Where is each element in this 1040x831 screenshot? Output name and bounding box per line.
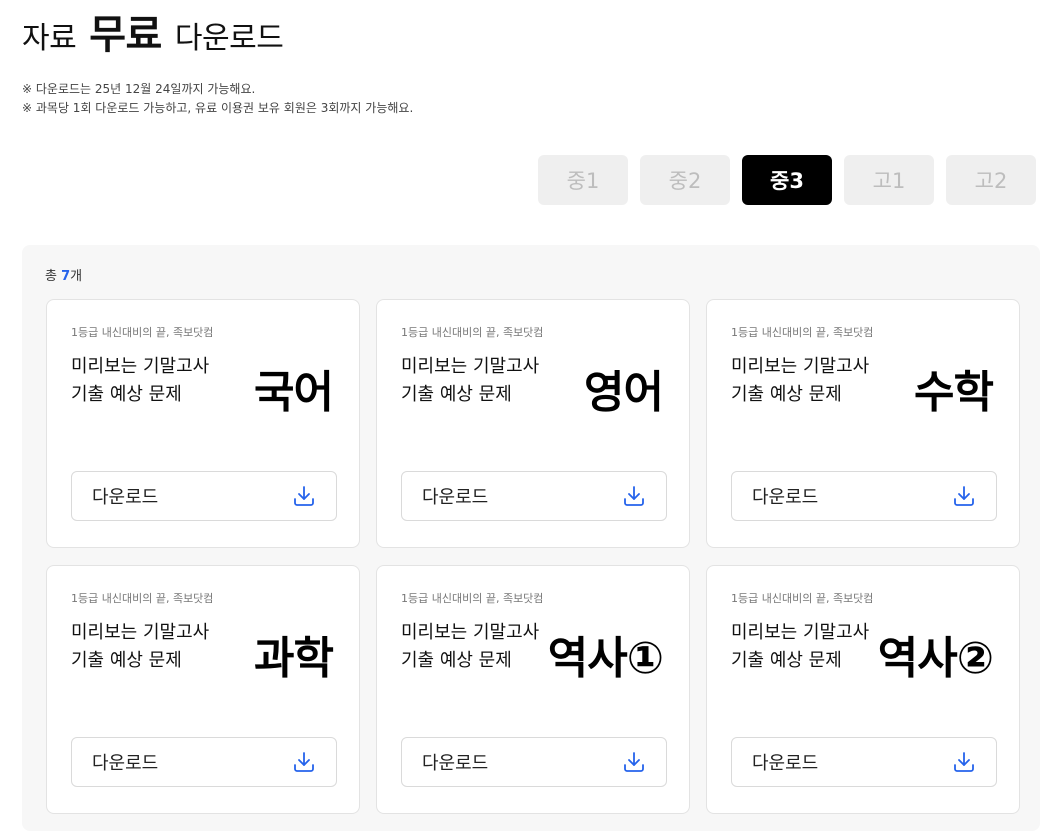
card-tag: 1등급 내신대비의 끝, 족보닷컴 — [71, 592, 214, 605]
tab-grade-3[interactable]: 중3 — [742, 155, 832, 205]
download-button[interactable]: 다운로드 — [731, 471, 997, 521]
card-line2: 기출 예상 문제 — [401, 384, 512, 405]
download-icon — [952, 750, 976, 774]
card-description: 미리보는 기말고사 기출 예상 문제 — [401, 619, 539, 675]
card-subject: 영어 — [584, 367, 664, 418]
total-count-prefix: 총 — [45, 269, 57, 284]
title-suffix: 다운로드 — [174, 21, 284, 56]
notice-list: ※ 다운로드는 25년 12월 24일까지 가능해요. ※ 과목당 1회 다운로… — [22, 80, 413, 118]
card-line2: 기출 예상 문제 — [731, 650, 842, 671]
card-tag: 1등급 내신대비의 끝, 족보닷컴 — [731, 326, 874, 339]
card-subject: 역사① — [547, 633, 664, 684]
material-panel: 총 7개 1등급 내신대비의 끝, 족보닷컴 미리보는 기말고사 기출 예상 문… — [22, 245, 1040, 831]
material-card: 1등급 내신대비의 끝, 족보닷컴 미리보는 기말고사 기출 예상 문제 과학 … — [46, 565, 360, 814]
material-card: 1등급 내신대비의 끝, 족보닷컴 미리보는 기말고사 기출 예상 문제 역사①… — [376, 565, 690, 814]
card-line2: 기출 예상 문제 — [71, 384, 182, 405]
download-button-label: 다운로드 — [752, 487, 819, 508]
card-line2: 기출 예상 문제 — [71, 650, 182, 671]
download-icon — [622, 484, 646, 508]
notice-item: ※ 다운로드는 25년 12월 24일까지 가능해요. — [22, 82, 256, 96]
download-button-label: 다운로드 — [92, 753, 159, 774]
card-tag: 1등급 내신대비의 끝, 족보닷컴 — [401, 592, 544, 605]
tab-grade-2[interactable]: 중2 — [640, 155, 730, 205]
material-card: 1등급 내신대비의 끝, 족보닷컴 미리보는 기말고사 기출 예상 문제 역사②… — [706, 565, 1020, 814]
card-line1: 미리보는 기말고사 — [71, 356, 210, 377]
tab-grade-1[interactable]: 중1 — [538, 155, 628, 205]
card-subject: 과학 — [254, 633, 334, 684]
download-button[interactable]: 다운로드 — [71, 737, 337, 787]
download-button[interactable]: 다운로드 — [71, 471, 337, 521]
total-count-number: 7 — [61, 269, 71, 284]
card-description: 미리보는 기말고사 기출 예상 문제 — [731, 619, 869, 675]
title-bold: 무료 — [89, 12, 162, 58]
card-line1: 미리보는 기말고사 — [401, 356, 540, 377]
download-button-label: 다운로드 — [752, 753, 819, 774]
card-description: 미리보는 기말고사 기출 예상 문제 — [71, 353, 209, 409]
download-icon — [952, 484, 976, 508]
total-count: 총 7개 — [45, 265, 82, 284]
download-button-label: 다운로드 — [92, 487, 159, 508]
download-button-label: 다운로드 — [422, 487, 489, 508]
tab-grade-4[interactable]: 고1 — [844, 155, 934, 205]
download-button[interactable]: 다운로드 — [401, 471, 667, 521]
total-count-suffix: 개 — [70, 269, 83, 284]
card-line1: 미리보는 기말고사 — [731, 356, 870, 377]
card-description: 미리보는 기말고사 기출 예상 문제 — [71, 619, 209, 675]
notice-item: ※ 과목당 1회 다운로드 가능하고, 유료 이용권 보유 회원은 3회까지 가… — [22, 101, 414, 115]
page-title: 자료 무료 다운로드 — [22, 10, 284, 64]
card-line1: 미리보는 기말고사 — [71, 622, 210, 643]
download-icon — [292, 484, 316, 508]
card-tag: 1등급 내신대비의 끝, 족보닷컴 — [401, 326, 544, 339]
card-subject: 수학 — [914, 367, 994, 418]
card-line1: 미리보는 기말고사 — [401, 622, 540, 643]
card-tag: 1등급 내신대비의 끝, 족보닷컴 — [731, 592, 874, 605]
material-card: 1등급 내신대비의 끝, 족보닷컴 미리보는 기말고사 기출 예상 문제 수학 … — [706, 299, 1020, 548]
card-line2: 기출 예상 문제 — [731, 384, 842, 405]
material-card: 1등급 내신대비의 끝, 족보닷컴 미리보는 기말고사 기출 예상 문제 국어 … — [46, 299, 360, 548]
grade-tabs: 중1 중2 중3 고1 고2 — [538, 155, 1036, 205]
material-card: 1등급 내신대비의 끝, 족보닷컴 미리보는 기말고사 기출 예상 문제 영어 … — [376, 299, 690, 548]
card-line1: 미리보는 기말고사 — [731, 622, 870, 643]
download-button[interactable]: 다운로드 — [401, 737, 667, 787]
card-line2: 기출 예상 문제 — [401, 650, 512, 671]
tab-grade-5[interactable]: 고2 — [946, 155, 1036, 205]
download-icon — [622, 750, 646, 774]
download-button-label: 다운로드 — [422, 753, 489, 774]
card-description: 미리보는 기말고사 기출 예상 문제 — [401, 353, 539, 409]
download-icon — [292, 750, 316, 774]
card-subject: 국어 — [254, 367, 334, 418]
title-prefix: 자료 — [22, 21, 77, 56]
card-tag: 1등급 내신대비의 끝, 족보닷컴 — [71, 326, 214, 339]
card-subject: 역사② — [877, 633, 994, 684]
card-description: 미리보는 기말고사 기출 예상 문제 — [731, 353, 869, 409]
download-button[interactable]: 다운로드 — [731, 737, 997, 787]
